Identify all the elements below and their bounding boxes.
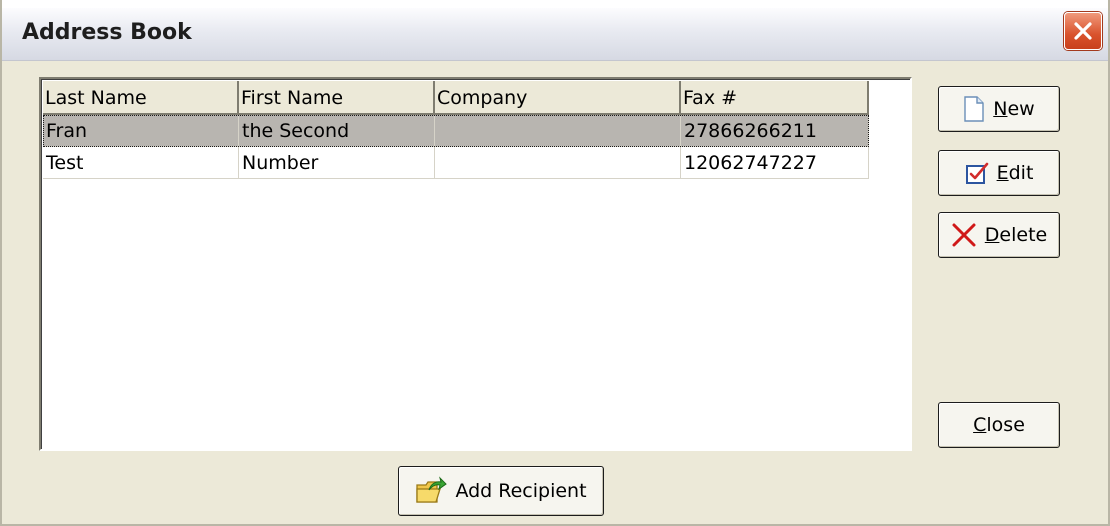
- table-row[interactable]: Test Number 12062747227: [43, 147, 869, 179]
- edit-button-label: Edit: [996, 162, 1034, 184]
- cell-last-name: Fran: [43, 115, 239, 147]
- add-recipient-label: Add Recipient: [455, 480, 587, 502]
- new-document-icon: [963, 96, 985, 122]
- cell-fax: 27866266211: [681, 115, 869, 147]
- address-list[interactable]: Last Name First Name Company Fax # Fran …: [39, 77, 912, 451]
- column-header-fax[interactable]: Fax #: [681, 81, 869, 115]
- edit-button[interactable]: Edit: [938, 150, 1060, 196]
- cell-first-name: the Second: [239, 115, 435, 147]
- cell-company: [435, 115, 681, 147]
- column-header-first-name[interactable]: First Name: [239, 81, 435, 115]
- new-button[interactable]: New: [938, 86, 1060, 132]
- close-button[interactable]: Close: [938, 402, 1060, 448]
- list-header: Last Name First Name Company Fax #: [43, 81, 869, 115]
- window-close-button[interactable]: [1064, 12, 1102, 50]
- column-header-company[interactable]: Company: [435, 81, 681, 115]
- new-button-label: New: [993, 98, 1035, 120]
- folder-arrow-icon: [415, 476, 448, 506]
- column-header-last-name[interactable]: Last Name: [43, 81, 239, 115]
- close-button-label: Close: [973, 414, 1025, 436]
- cell-last-name: Test: [43, 147, 239, 179]
- delete-button-label: Delete: [984, 224, 1048, 246]
- red-x-icon: [951, 222, 977, 248]
- close-icon: [1074, 22, 1092, 40]
- window-title: Address Book: [22, 20, 192, 45]
- title-bar[interactable]: Address Book: [2, 0, 1108, 61]
- cell-first-name: Number: [239, 147, 435, 179]
- cell-fax: 12062747227: [681, 147, 869, 179]
- cell-company: [435, 147, 681, 179]
- address-book-window: Address Book Last Name First Name Compan…: [0, 0, 1110, 526]
- edit-checkbox-icon: [965, 161, 989, 185]
- delete-button[interactable]: Delete: [938, 212, 1060, 258]
- table-row[interactable]: Fran the Second 27866266211: [43, 115, 869, 147]
- add-recipient-button[interactable]: Add Recipient: [398, 466, 604, 516]
